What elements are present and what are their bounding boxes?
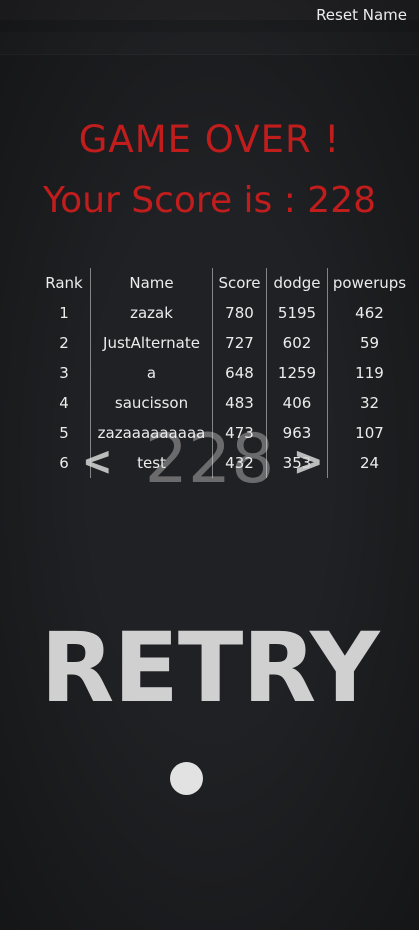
column-header-rank: Rank [45, 274, 83, 292]
rank-cell: 4 [59, 394, 69, 412]
powerups-cell: 32 [327, 388, 411, 418]
table-row: 3 a 648 1259 119 [38, 358, 411, 388]
column-header-name: Name [90, 268, 213, 298]
score-cell: 780 [212, 298, 267, 328]
powerups-cell: 119 [327, 358, 411, 388]
table-row: 1 zazak 780 5195 462 [38, 298, 411, 328]
dodge-cell: 1259 [266, 358, 328, 388]
next-page-arrow[interactable]: > [295, 440, 322, 484]
reset-name-button[interactable]: Reset Name [316, 6, 407, 24]
dodge-cell: 5195 [266, 298, 328, 328]
previous-page-arrow[interactable]: < [84, 440, 111, 484]
score-cell: 483 [212, 388, 267, 418]
powerups-cell: 462 [327, 298, 411, 328]
column-header-dodge: dodge [266, 268, 328, 298]
score-cell: 648 [212, 358, 267, 388]
powerups-cell: 24 [327, 448, 411, 478]
column-header-powerups: powerups [327, 268, 411, 298]
rank-cell: 5 [59, 424, 69, 442]
retry-button[interactable]: RETRY [0, 612, 419, 724]
rank-cell: 3 [59, 364, 69, 382]
name-cell: JustAlternate [90, 328, 213, 358]
dodge-cell: 406 [266, 388, 328, 418]
name-cell: saucisson [90, 388, 213, 418]
background-editor-tabbar [0, 32, 419, 55]
table-row: 2 JustAlternate 727 602 59 [38, 328, 411, 358]
leaderboard-header-row: Rank Name Score dodge powerups [38, 268, 411, 298]
table-row: 4 saucisson 483 406 32 [38, 388, 411, 418]
game-over-title: GAME OVER ! [78, 118, 341, 161]
name-cell: zazak [90, 298, 213, 328]
powerups-cell: 59 [327, 328, 411, 358]
score-cell: 727 [212, 328, 267, 358]
player-ball [170, 762, 203, 795]
score-cell: 473 [212, 418, 267, 448]
powerups-cell: 107 [327, 418, 411, 448]
score-cell: 432 [212, 448, 267, 478]
dodge-cell: 602 [266, 328, 328, 358]
final-score-line: Your Score is : 228 [42, 180, 377, 221]
rank-cell: 1 [59, 304, 69, 322]
rank-cell: 2 [59, 334, 69, 352]
game-over-screen: Reset Name GAME OVER ! Your Score is : 2… [0, 0, 419, 930]
column-header-score: Score [212, 268, 267, 298]
rank-cell: 6 [59, 454, 69, 472]
name-cell: a [90, 358, 213, 388]
